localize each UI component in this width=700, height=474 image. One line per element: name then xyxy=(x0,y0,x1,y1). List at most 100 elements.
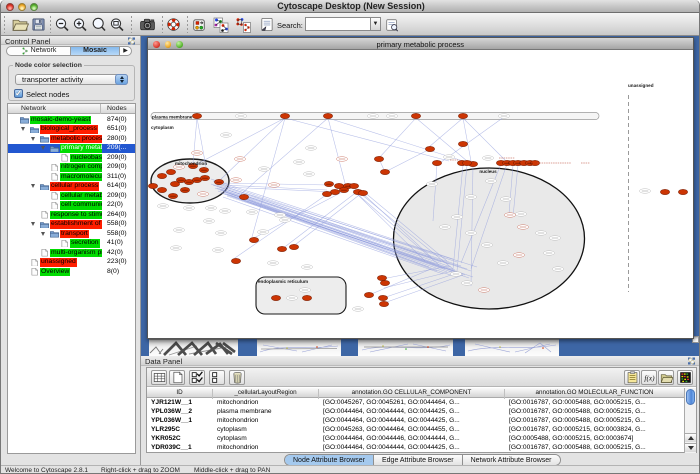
tab-mosaic[interactable]: Mosaic xyxy=(71,47,120,55)
vizmapper-button[interactable] xyxy=(188,15,210,34)
network-edge[interactable] xyxy=(285,118,449,161)
save-session-button[interactable] xyxy=(27,15,49,34)
tree-row[interactable]: macromolecule metab311(0) xyxy=(8,172,135,182)
disclosure-triangle-icon[interactable] xyxy=(31,184,35,188)
network-edge[interactable] xyxy=(328,118,463,161)
tree-row[interactable]: Overview8(0) xyxy=(8,267,135,277)
network-node[interactable] xyxy=(170,181,179,186)
network-node[interactable] xyxy=(271,295,280,300)
network-node[interactable] xyxy=(277,246,286,251)
network-node[interactable] xyxy=(678,189,687,194)
new-network-button[interactable] xyxy=(210,15,232,34)
table-row[interactable]: YKR052Ccytoplasm[GO:0044464, GO:0044446,… xyxy=(147,435,685,444)
table-row[interactable]: YLR295Ccytoplasm[GO:0045263, GO:0044464,… xyxy=(147,426,685,435)
tree-row[interactable]: mosaic-demo-yeast874(0) xyxy=(8,115,135,125)
tree-row[interactable]: primary metabolic process209(... xyxy=(8,144,135,154)
scroll-down-button[interactable] xyxy=(685,443,696,452)
tree-row[interactable]: nitrogen compound me209(0) xyxy=(8,163,135,173)
network-node[interactable] xyxy=(192,113,201,118)
scroll-up-button[interactable] xyxy=(685,433,696,442)
tree-row[interactable]: cell communication22(0) xyxy=(8,201,135,211)
tree-row[interactable]: unassigned223(0) xyxy=(8,258,135,268)
tree-row[interactable]: metabolic process280(0) xyxy=(8,134,135,144)
tree-column-network[interactable]: Network xyxy=(21,105,46,112)
node-color-combo[interactable]: transporter activity xyxy=(15,74,128,85)
tab-network[interactable]: Network xyxy=(7,47,71,55)
network-node[interactable] xyxy=(462,160,471,165)
network-view-titlebar[interactable]: primary metabolic process xyxy=(148,38,693,50)
heatmap-button[interactable] xyxy=(677,370,693,385)
table-row[interactable]: YJR121W__1mitochondrion[GO:0045267, GO:0… xyxy=(147,398,685,407)
network-node[interactable] xyxy=(289,244,298,249)
data-panel-float-icon[interactable] xyxy=(687,357,696,365)
search-input[interactable] xyxy=(305,17,371,31)
network-node[interactable] xyxy=(323,113,332,118)
tree-row[interactable]: secretion41(0) xyxy=(8,239,135,249)
tree-row[interactable]: response to stimulus264(0) xyxy=(8,210,135,220)
new-attribute-button[interactable] xyxy=(169,370,185,385)
network-node[interactable] xyxy=(157,187,166,192)
zoom-fit-button[interactable] xyxy=(106,15,128,34)
table-scrollbar[interactable] xyxy=(684,388,696,453)
network-node[interactable] xyxy=(380,169,389,174)
table-row[interactable]: YDR039C__1mitochondrion[GO:0044464, GO:0… xyxy=(147,444,685,453)
disclosure-triangle-icon[interactable] xyxy=(41,146,45,150)
network-node[interactable] xyxy=(358,190,367,195)
tree-row[interactable]: cellular metabolic proc209(0) xyxy=(8,191,135,201)
camera-snapshot-button[interactable] xyxy=(136,15,158,34)
float-panel-icon[interactable] xyxy=(127,37,136,45)
tree-row[interactable]: biological_process651(0) xyxy=(8,125,135,135)
tree-column-nodes[interactable]: Nodes xyxy=(107,105,127,112)
select-attributes-button[interactable] xyxy=(189,370,205,385)
disclosure-triangle-icon[interactable] xyxy=(21,127,25,131)
network-node[interactable] xyxy=(380,280,389,285)
import-table-button[interactable] xyxy=(255,15,277,34)
tab-node-attribute-browser[interactable]: Node Attribute Browser xyxy=(285,455,374,465)
advanced-search-button[interactable] xyxy=(381,15,403,34)
network-node[interactable] xyxy=(249,237,258,242)
import-attributes-button[interactable] xyxy=(658,370,674,385)
delete-attribute-button[interactable] xyxy=(229,370,245,385)
network-node[interactable] xyxy=(302,295,311,300)
network-node[interactable] xyxy=(280,113,289,118)
network-edge[interactable] xyxy=(193,118,197,163)
disclosure-triangle-icon[interactable] xyxy=(41,232,45,236)
help-button[interactable] xyxy=(162,15,184,34)
function-builder-button[interactable] xyxy=(641,370,657,385)
network-edge[interactable] xyxy=(328,118,346,187)
network-edge[interactable] xyxy=(241,118,328,194)
network-node[interactable] xyxy=(458,141,467,146)
network-from-selection-button[interactable] xyxy=(232,15,254,34)
table-row[interactable]: YPL036W__2plasma membrane[GO:0044464, GO… xyxy=(147,407,685,416)
tree-row[interactable]: transport558(0) xyxy=(8,229,135,239)
network-node[interactable] xyxy=(432,160,441,165)
network-edge[interactable] xyxy=(385,149,430,172)
network-canvas[interactable]: plasma membranecytoplasmmitochondrionnuc… xyxy=(148,50,693,338)
table-row[interactable]: YPL036W__1mitochondrion[GO:0044464, GO:0… xyxy=(147,416,685,425)
network-edge[interactable] xyxy=(219,118,285,181)
unselect-attributes-button[interactable] xyxy=(209,370,225,385)
background-window-4[interactable] xyxy=(465,339,559,356)
network-edge[interactable] xyxy=(429,118,463,147)
network-edge[interactable] xyxy=(379,118,416,158)
tab-edge-attribute-browser[interactable]: Edge Attribute Browser xyxy=(374,455,463,465)
network-node[interactable] xyxy=(377,275,386,280)
background-window-1[interactable] xyxy=(149,339,238,356)
tree-row[interactable]: multi-organism proces42(0) xyxy=(8,248,135,258)
network-edge[interactable] xyxy=(463,118,506,161)
network-node[interactable] xyxy=(425,146,434,151)
window-titlebar[interactable]: Cytoscape Desktop (New Session) xyxy=(1,0,700,13)
network-node[interactable] xyxy=(148,183,157,188)
network-node[interactable] xyxy=(660,189,669,194)
network-node[interactable] xyxy=(364,292,373,297)
network-node[interactable] xyxy=(166,169,175,174)
network-node[interactable] xyxy=(322,191,331,196)
tab-network-attribute-browser[interactable]: Network Attribute Browser xyxy=(463,455,560,465)
tree-row[interactable]: nucleobase-containing209(0) xyxy=(8,153,135,163)
attribute-batch-button[interactable] xyxy=(624,370,640,385)
select-nodes-checkbox[interactable]: ✓ xyxy=(14,89,23,98)
network-node[interactable] xyxy=(458,113,467,118)
scrollbar-thumb[interactable] xyxy=(686,389,695,405)
attribute-table-button[interactable] xyxy=(151,370,167,385)
tree-row[interactable]: establishment of locali558(0) xyxy=(8,220,135,230)
